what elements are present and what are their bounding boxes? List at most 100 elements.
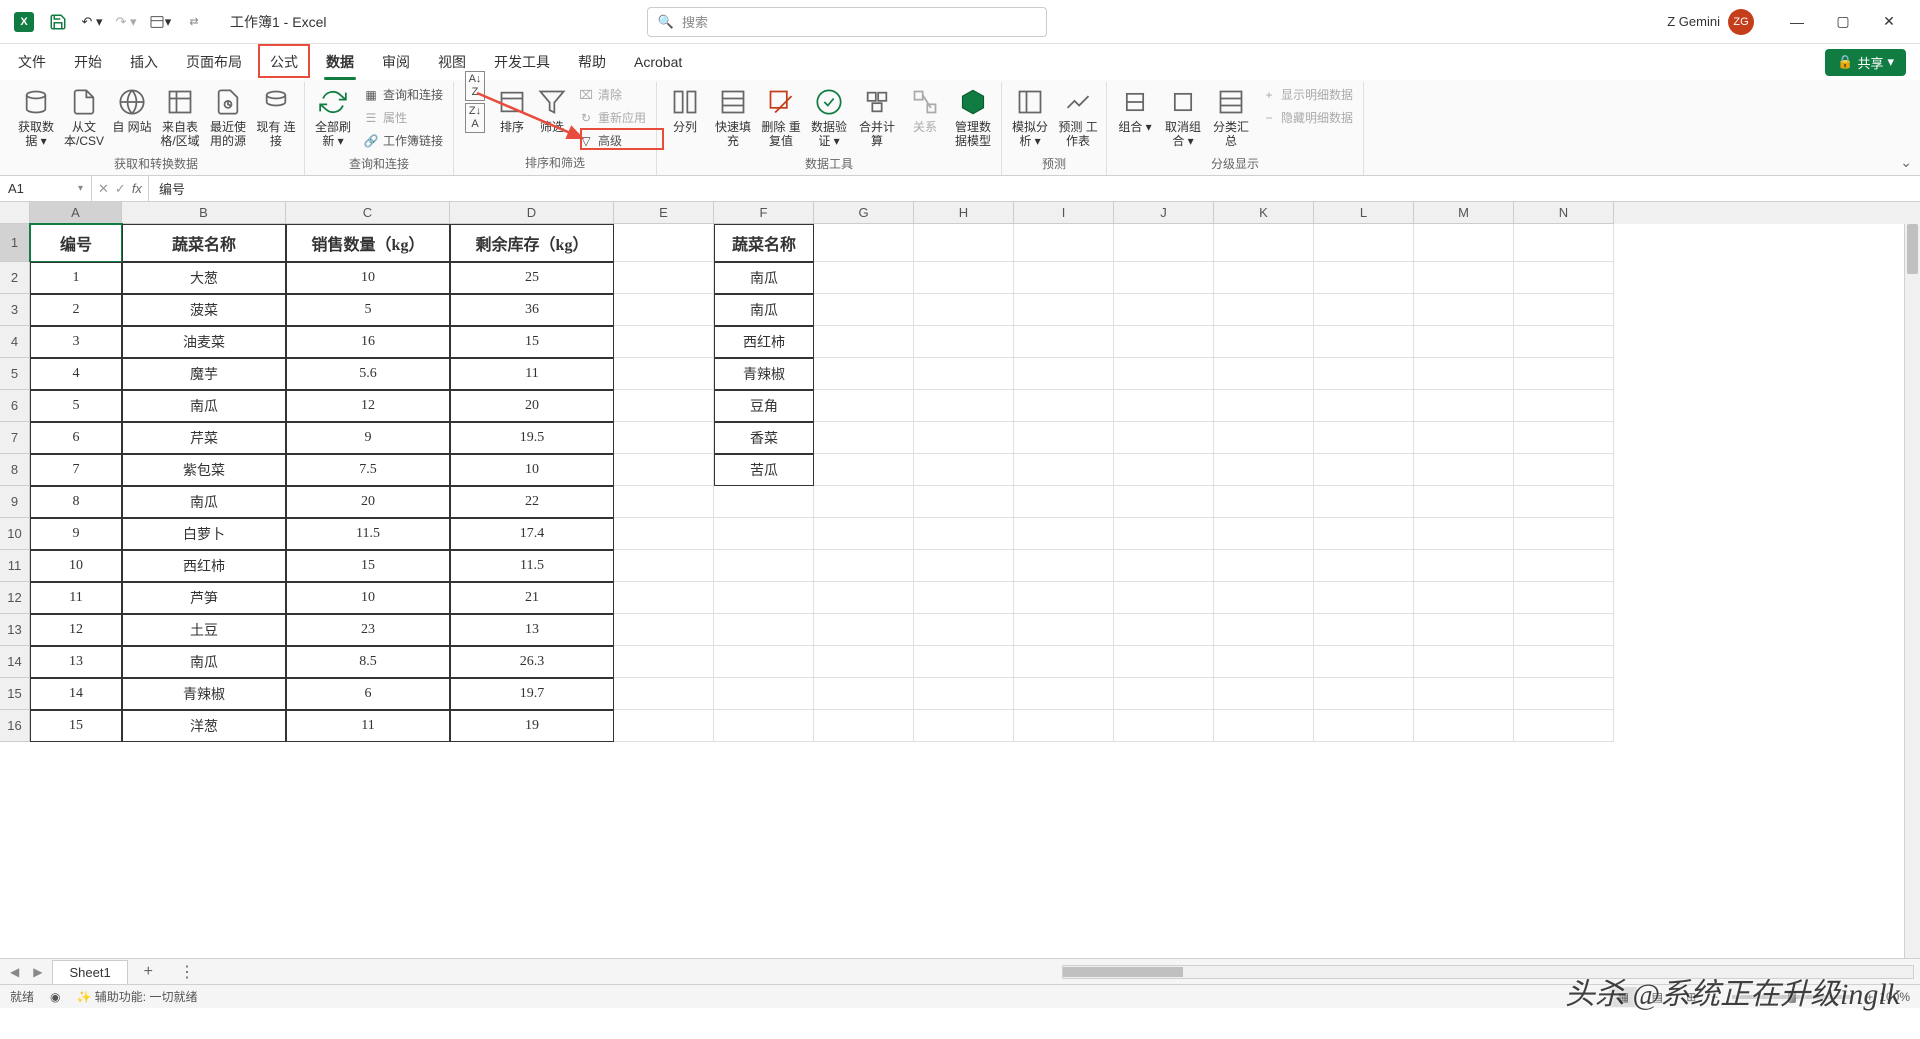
cell[interactable]: 蔬菜名称 [714,224,814,262]
cell[interactable] [1214,224,1314,262]
cell[interactable]: 大葱 [122,262,286,294]
cell[interactable] [1114,422,1214,454]
cell[interactable] [1514,224,1614,262]
cell[interactable] [914,518,1014,550]
cell[interactable] [1214,294,1314,326]
ribbon-tab-开发工具[interactable]: 开发工具 [480,44,564,80]
row-header[interactable]: 16 [0,710,30,742]
row-header[interactable]: 10 [0,518,30,550]
row-header[interactable]: 14 [0,646,30,678]
cell[interactable] [614,518,714,550]
cell[interactable]: 南瓜 [122,390,286,422]
row-header[interactable]: 15 [0,678,30,710]
cell[interactable] [814,614,914,646]
cell[interactable]: 5.6 [286,358,450,390]
cell[interactable] [1014,294,1114,326]
add-sheet-button[interactable]: + [134,963,163,981]
cell[interactable] [1214,454,1314,486]
col-header[interactable]: N [1514,202,1614,224]
user-account[interactable]: Z Gemini ZG [1667,9,1754,35]
cell[interactable] [714,678,814,710]
cell[interactable] [1514,454,1614,486]
group-button[interactable]: 组合 ▾ [1111,82,1159,138]
cell[interactable] [1114,518,1214,550]
cell[interactable] [1114,294,1214,326]
col-header[interactable]: I [1014,202,1114,224]
page-break-button[interactable]: ⊞ [1677,987,1705,1007]
cell[interactable]: 19 [450,710,614,742]
remove-duplicates-button[interactable]: 删除 重复值 [757,82,805,153]
cell[interactable]: 11.5 [286,518,450,550]
collapse-ribbon-button[interactable]: ⌄ [1900,154,1912,171]
cell[interactable] [1114,358,1214,390]
cell[interactable]: 8 [30,486,122,518]
cell[interactable] [1514,678,1614,710]
cell[interactable] [1514,710,1614,742]
ribbon-tab-插入[interactable]: 插入 [116,44,172,80]
cell[interactable]: 7.5 [286,454,450,486]
cell[interactable]: 11 [450,358,614,390]
existing-conn-button[interactable]: 现有 连接 [252,82,300,153]
cell[interactable] [1314,358,1414,390]
from-table-button[interactable]: 来自表 格/区域 [156,82,204,153]
row-header[interactable]: 11 [0,550,30,582]
cell[interactable]: 油麦菜 [122,326,286,358]
cell[interactable] [1514,646,1614,678]
cell[interactable]: 剩余库存（kg） [450,224,614,262]
cell[interactable] [1314,646,1414,678]
cell[interactable]: 洋葱 [122,710,286,742]
cell[interactable] [1014,390,1114,422]
cell[interactable] [1114,582,1214,614]
cell[interactable]: 10 [30,550,122,582]
cell[interactable]: 8.5 [286,646,450,678]
cell[interactable] [1214,646,1314,678]
cell[interactable]: 22 [450,486,614,518]
cell[interactable] [1314,678,1414,710]
cell[interactable]: 10 [286,262,450,294]
cell[interactable]: 12 [286,390,450,422]
cell[interactable]: 2 [30,294,122,326]
cell[interactable] [1414,518,1514,550]
cell[interactable]: 20 [286,486,450,518]
cell[interactable] [1114,678,1214,710]
col-header[interactable]: G [814,202,914,224]
ungroup-button[interactable]: 取消组合 ▾ [1159,82,1207,153]
ribbon-tab-审阅[interactable]: 审阅 [368,44,424,80]
cell[interactable] [1114,486,1214,518]
cell[interactable] [814,358,914,390]
cell[interactable] [714,550,814,582]
cell[interactable]: 6 [286,678,450,710]
cell[interactable] [714,518,814,550]
cell[interactable] [614,390,714,422]
cell[interactable] [1114,390,1214,422]
cell[interactable] [714,582,814,614]
cell[interactable]: 1 [30,262,122,294]
cell[interactable]: 9 [30,518,122,550]
cell[interactable] [1414,710,1514,742]
cell[interactable]: 11 [286,710,450,742]
cell[interactable] [1214,326,1314,358]
grid[interactable]: ABCDEFGHIJKLMN 1编号蔬菜名称销售数量（kg）剩余库存（kg）蔬菜… [0,202,1920,958]
cell[interactable] [814,518,914,550]
cell[interactable] [614,646,714,678]
ribbon-tab-文件[interactable]: 文件 [4,44,60,80]
search-box[interactable]: 🔍 搜索 [647,7,1047,37]
cell[interactable] [714,614,814,646]
cell[interactable]: 5 [30,390,122,422]
cell[interactable]: 9 [286,422,450,454]
cell[interactable]: 西红柿 [714,326,814,358]
forecast-sheet-button[interactable]: 预测 工作表 [1054,82,1102,153]
ribbon-tab-开始[interactable]: 开始 [60,44,116,80]
cell[interactable] [1114,710,1214,742]
cell[interactable]: 19.5 [450,422,614,454]
cell[interactable] [914,224,1014,262]
cell[interactable] [1014,262,1114,294]
cell[interactable] [1214,582,1314,614]
cell[interactable] [814,390,914,422]
ribbon-tab-页面布局[interactable]: 页面布局 [172,44,256,80]
cell[interactable]: 编号 [30,224,122,262]
get-data-button[interactable]: 获取数 据 ▾ [12,82,60,153]
cell[interactable] [1514,550,1614,582]
from-web-button[interactable]: 自 网站 [108,82,156,138]
sort-az-button[interactable]: A↓ZZ↓A [458,82,492,122]
